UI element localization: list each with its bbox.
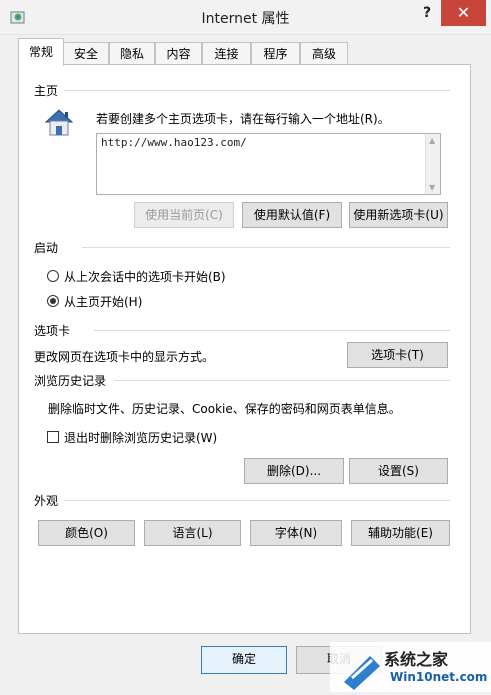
close-button[interactable]: ✕ — [441, 0, 486, 26]
tab-general[interactable]: 常规 — [18, 38, 64, 66]
tabs-divider — [94, 330, 450, 331]
delete-history-button[interactable]: 删除(D)... — [244, 458, 344, 484]
startup-last-session-radio[interactable] — [47, 270, 59, 282]
startup-group-title: 启动 — [34, 239, 59, 256]
startup-divider — [82, 247, 450, 248]
url-scrollbar[interactable]: ▲ ▼ — [425, 134, 440, 194]
tab-connections[interactable]: 连接 — [202, 42, 251, 64]
watermark-domain: Win10net.com — [390, 670, 488, 684]
delete-on-exit-label: 退出时删除浏览历史记录(W) — [64, 431, 218, 445]
watermark-brand: 系统之家 — [384, 650, 449, 669]
homepage-divider — [64, 90, 450, 91]
help-button[interactable]: ? — [416, 2, 438, 24]
homepage-url-textarea[interactable]: http://www.hao123.com/ ▲ ▼ — [96, 133, 441, 195]
accessibility-button[interactable]: 辅助功能(E) — [351, 520, 450, 546]
tab-advanced[interactable]: 高级 — [300, 42, 348, 64]
tabs-settings-button[interactable]: 选项卡(T) — [347, 342, 448, 368]
fonts-button[interactable]: 字体(N) — [250, 520, 342, 546]
startup-homepage-label: 从主页开始(H) — [64, 295, 143, 309]
history-divider — [114, 380, 450, 381]
homepage-url-value: http://www.hao123.com/ — [101, 136, 247, 149]
appearance-divider — [64, 500, 450, 501]
startup-homepage-radio[interactable] — [47, 295, 59, 307]
languages-button[interactable]: 语言(L) — [144, 520, 241, 546]
tabs-group-title: 选项卡 — [34, 322, 71, 339]
tab-privacy[interactable]: 隐私 — [109, 42, 155, 64]
scroll-down-icon[interactable]: ▼ — [429, 183, 435, 192]
use-new-tab-button[interactable]: 使用新选项卡(U) — [349, 202, 448, 228]
use-current-button[interactable]: 使用当前页(C) — [134, 202, 234, 228]
history-group-title: 浏览历史记录 — [34, 372, 107, 389]
ok-button[interactable]: 确定 — [201, 646, 287, 674]
scroll-up-icon[interactable]: ▲ — [429, 136, 435, 145]
homepage-group-title: 主页 — [34, 82, 59, 99]
appearance-group-title: 外观 — [34, 492, 59, 509]
homepage-instruction: 若要创建多个主页选项卡，请在每行输入一个地址(R)。 — [96, 112, 390, 126]
tab-programs[interactable]: 程序 — [251, 42, 300, 64]
use-default-button[interactable]: 使用默认值(F) — [242, 202, 342, 228]
tab-security[interactable]: 安全 — [63, 42, 109, 64]
history-settings-button[interactable]: 设置(S) — [349, 458, 448, 484]
history-description: 删除临时文件、历史记录、Cookie、保存的密码和网页表单信息。 — [48, 402, 401, 416]
tab-content[interactable]: 内容 — [155, 42, 202, 64]
colors-button[interactable]: 颜色(O) — [38, 520, 135, 546]
home-icon — [42, 106, 76, 140]
delete-on-exit-checkbox[interactable] — [47, 431, 59, 443]
tabs-description: 更改网页在选项卡中的显示方式。 — [34, 350, 215, 364]
startup-last-session-label: 从上次会话中的选项卡开始(B) — [64, 270, 226, 284]
